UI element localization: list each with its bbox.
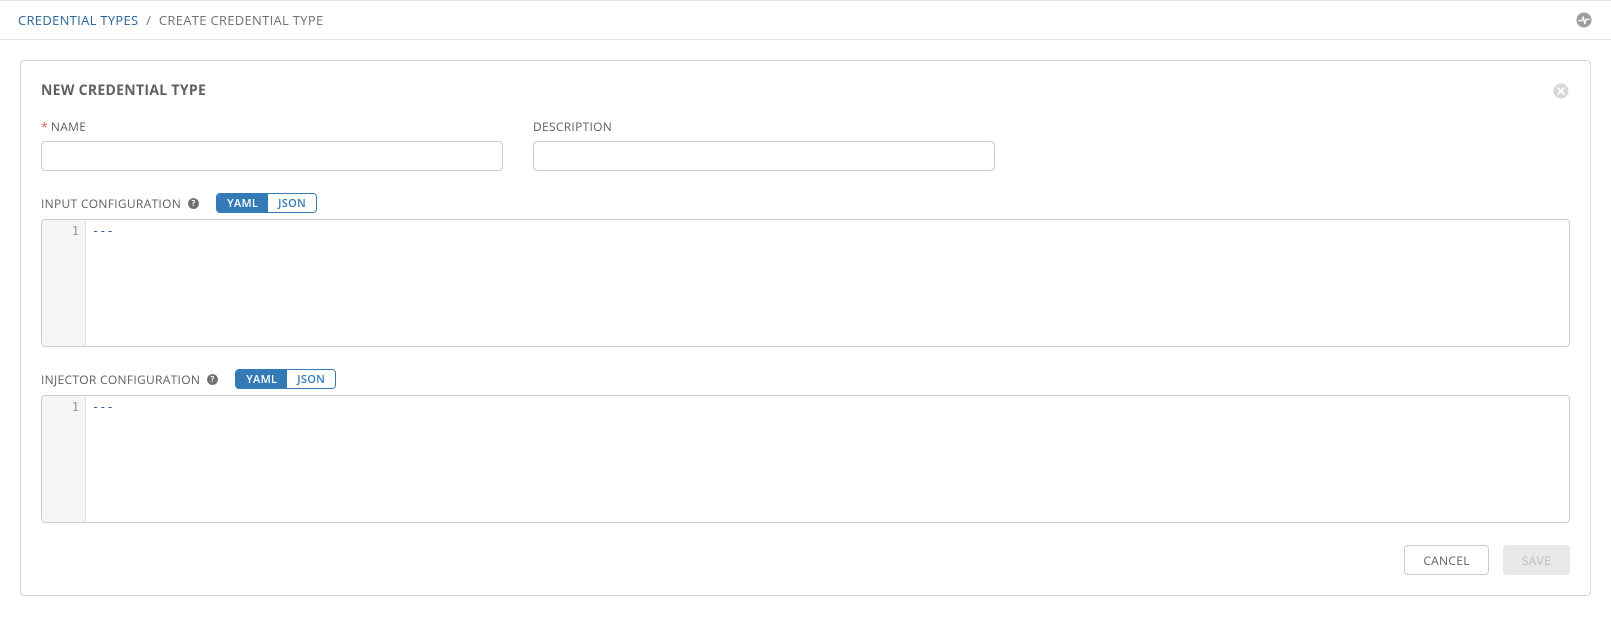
name-label: *NAME	[41, 118, 503, 135]
input-config-editor[interactable]: 1 ---	[41, 219, 1570, 347]
injector-config-label: INJECTOR CONFIGURATION	[41, 371, 200, 388]
required-asterisk: *	[41, 118, 48, 135]
input-config-json-toggle[interactable]: JSON	[268, 194, 316, 212]
close-icon[interactable]	[1552, 82, 1570, 100]
input-config-gutter: 1	[42, 220, 86, 346]
help-icon[interactable]: ?	[206, 373, 219, 386]
injector-config-json-toggle[interactable]: JSON	[287, 370, 335, 388]
help-icon[interactable]: ?	[187, 197, 200, 210]
description-input[interactable]	[533, 141, 995, 171]
input-config-format-toggle: YAML JSON	[216, 193, 317, 213]
injector-config-code[interactable]: ---	[86, 396, 1569, 522]
input-configuration-section: INPUT CONFIGURATION ? YAML JSON 1 ---	[41, 193, 1570, 347]
cancel-button[interactable]: CANCEL	[1404, 545, 1488, 575]
injector-config-format-toggle: YAML JSON	[235, 369, 336, 389]
name-field-group: *NAME	[41, 118, 503, 171]
description-field-group: DESCRIPTION	[533, 118, 995, 171]
input-config-label: INPUT CONFIGURATION	[41, 195, 181, 212]
save-button[interactable]: SAVE	[1503, 545, 1570, 575]
injector-config-yaml-toggle[interactable]: YAML	[236, 370, 287, 388]
svg-text:?: ?	[211, 375, 215, 385]
breadcrumb-root-link[interactable]: CREDENTIAL TYPES	[18, 11, 138, 29]
breadcrumb: CREDENTIAL TYPES / CREATE CREDENTIAL TYP…	[18, 11, 323, 29]
description-label: DESCRIPTION	[533, 118, 995, 135]
svg-text:?: ?	[192, 199, 196, 209]
activity-stream-icon[interactable]	[1575, 11, 1593, 29]
panel-title: NEW CREDENTIAL TYPE	[41, 81, 206, 100]
breadcrumb-bar: CREDENTIAL TYPES / CREATE CREDENTIAL TYP…	[0, 1, 1611, 40]
name-input[interactable]	[41, 141, 503, 171]
button-row: CANCEL SAVE	[41, 545, 1570, 575]
form-panel: NEW CREDENTIAL TYPE *NAME DESCRIPTION IN…	[20, 60, 1591, 596]
injector-config-gutter: 1	[42, 396, 86, 522]
injector-config-editor[interactable]: 1 ---	[41, 395, 1570, 523]
breadcrumb-current: CREATE CREDENTIAL TYPE	[159, 11, 324, 29]
injector-configuration-section: INJECTOR CONFIGURATION ? YAML JSON 1 ---	[41, 369, 1570, 523]
input-config-code[interactable]: ---	[86, 220, 1569, 346]
breadcrumb-separator: /	[146, 11, 151, 29]
input-config-yaml-toggle[interactable]: YAML	[217, 194, 268, 212]
